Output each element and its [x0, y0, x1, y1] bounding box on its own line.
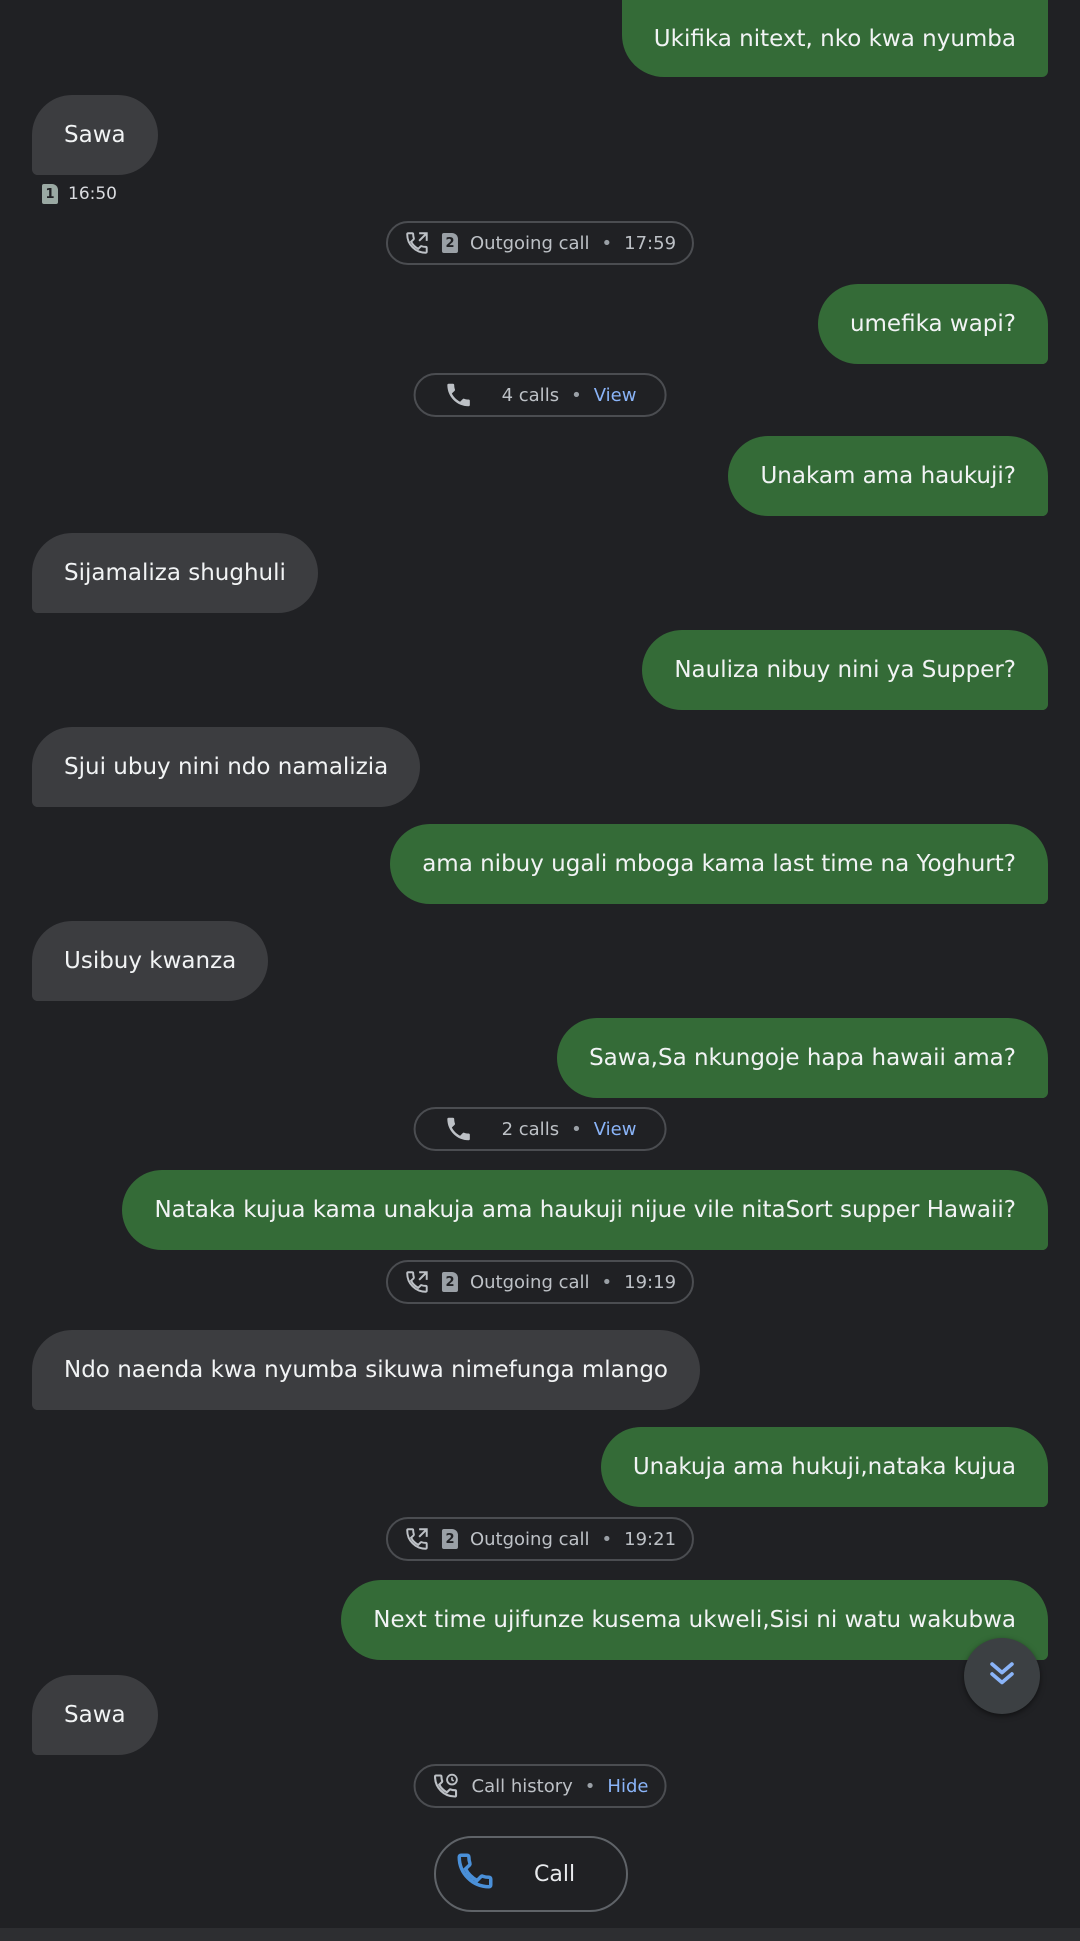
- call-label: Outgoing call: [469, 1528, 590, 1550]
- outgoing-call-chip[interactable]: 2 Outgoing call • 19:19: [385, 1260, 695, 1304]
- outgoing-call-icon: [404, 230, 430, 256]
- timestamp-time: 16:50: [68, 184, 117, 204]
- calls-group-chip[interactable]: 2 calls • View: [413, 1107, 667, 1151]
- message-text: Next time ujifunze kusema ukweli,Sisi ni…: [373, 1607, 1016, 1633]
- sim-2-icon: 2: [441, 1529, 458, 1549]
- separator-dot: •: [601, 1528, 613, 1550]
- message-bubble-outgoing[interactable]: Unakam ama haukuji?: [728, 436, 1048, 516]
- message-bubble-outgoing[interactable]: Next time ujifunze kusema ukweli,Sisi ni…: [341, 1580, 1048, 1660]
- call-label: 2 calls: [501, 1118, 560, 1140]
- call-history-label: Call history: [471, 1775, 573, 1797]
- message-timestamp: 1 16:50: [42, 184, 117, 204]
- outgoing-call-icon: [404, 1269, 430, 1295]
- call-time: 17:59: [624, 232, 677, 254]
- sim-2-icon: 2: [441, 1272, 458, 1292]
- call-history-chip[interactable]: Call history • Hide: [413, 1764, 667, 1808]
- message-text: Ukifika nitext, nko kwa nyumba: [653, 25, 1016, 52]
- message-text: Nataka kujua kama unakuja ama haukuji ni…: [154, 1197, 1016, 1223]
- call-time: 19:21: [624, 1528, 677, 1550]
- outgoing-call-chip[interactable]: 2 Outgoing call • 17:59: [385, 221, 695, 265]
- call-history-icon: [432, 1772, 460, 1800]
- calls-group-chip[interactable]: 4 calls • View: [413, 373, 667, 417]
- separator-dot: •: [601, 1271, 613, 1293]
- message-bubble-outgoing[interactable]: Ukifika nitext, nko kwa nyumba: [621, 0, 1048, 77]
- message-bubble-outgoing[interactable]: umefika wapi?: [817, 284, 1048, 364]
- separator-dot: •: [571, 384, 582, 406]
- message-text: Usibuy kwanza: [64, 948, 237, 974]
- message-text: Sijamaliza shughuli: [64, 560, 286, 586]
- sim-1-icon: 1: [42, 184, 58, 204]
- call-label: Outgoing call: [469, 1271, 590, 1293]
- message-text: Ndo naenda kwa nyumba sikuwa nimefunga m…: [64, 1357, 668, 1383]
- message-bubble-incoming[interactable]: Usibuy kwanza: [32, 921, 269, 1001]
- double-chevron-down-icon: [985, 1657, 1019, 1695]
- scroll-to-bottom-button[interactable]: [964, 1638, 1040, 1714]
- message-bubble-outgoing[interactable]: Unakuja ama hukuji,nataka kujua: [600, 1427, 1048, 1507]
- message-text: Sjui ubuy nini ndo namalizia: [64, 754, 389, 780]
- phone-icon: [454, 1850, 496, 1898]
- message-bubble-incoming[interactable]: Sijamaliza shughuli: [32, 533, 318, 613]
- message-text: umefika wapi?: [849, 311, 1016, 337]
- hide-history-link[interactable]: Hide: [607, 1776, 648, 1797]
- message-bubble-incoming[interactable]: Sawa: [32, 95, 158, 175]
- sim-2-icon: 2: [441, 233, 458, 253]
- call-button[interactable]: Call: [434, 1836, 628, 1912]
- call-label: Outgoing call: [469, 232, 590, 254]
- message-text: Sawa: [64, 122, 126, 148]
- message-bubble-incoming[interactable]: Sawa: [32, 1675, 158, 1755]
- phone-icon: [444, 380, 474, 410]
- message-text: Sawa,Sa nkungoje hapa hawaii ama?: [589, 1045, 1016, 1071]
- call-label: 4 calls: [501, 384, 560, 406]
- message-text: Nauliza nibuy nini ya Supper?: [674, 657, 1016, 683]
- message-text: Unakuja ama hukuji,nataka kujua: [632, 1454, 1016, 1480]
- message-bubble-outgoing[interactable]: Nataka kujua kama unakuja ama haukuji ni…: [122, 1170, 1048, 1250]
- message-text: ama nibuy ugali mboga kama last time na …: [422, 851, 1016, 877]
- outgoing-call-chip[interactable]: 2 Outgoing call • 19:21: [385, 1517, 695, 1561]
- call-time: 19:19: [624, 1271, 677, 1293]
- view-calls-link[interactable]: View: [594, 385, 637, 406]
- separator-dot: •: [584, 1775, 596, 1797]
- message-text: Sawa: [64, 1702, 126, 1728]
- message-bubble-outgoing[interactable]: Sawa,Sa nkungoje hapa hawaii ama?: [557, 1018, 1048, 1098]
- message-bubble-outgoing[interactable]: ama nibuy ugali mboga kama last time na …: [390, 824, 1048, 904]
- message-bubble-outgoing[interactable]: Nauliza nibuy nini ya Supper?: [642, 630, 1048, 710]
- separator-dot: •: [571, 1118, 582, 1140]
- separator-dot: •: [601, 232, 613, 254]
- call-button-label: Call: [534, 1861, 576, 1887]
- phone-icon: [444, 1114, 474, 1144]
- message-bubble-incoming[interactable]: Sjui ubuy nini ndo namalizia: [32, 727, 421, 807]
- view-calls-link[interactable]: View: [594, 1119, 637, 1140]
- message-bubble-incoming[interactable]: Ndo naenda kwa nyumba sikuwa nimefunga m…: [32, 1330, 700, 1410]
- message-text: Unakam ama haukuji?: [760, 463, 1016, 489]
- system-navigation-bar: [0, 1928, 1080, 1941]
- outgoing-call-icon: [404, 1526, 430, 1552]
